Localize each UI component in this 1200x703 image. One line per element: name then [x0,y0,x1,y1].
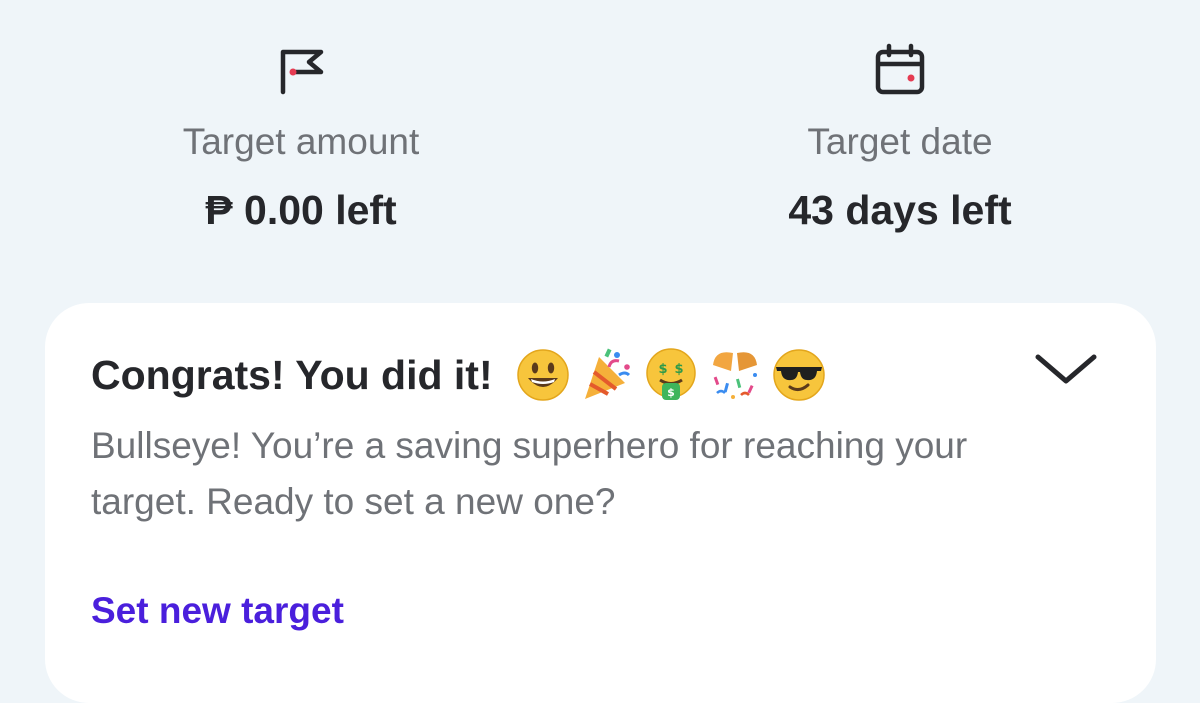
congrats-title-row: Congrats! You did it! $ $ $ [91,347,835,403]
congrats-message: Bullseye! You’re a saving superhero for … [91,425,968,522]
emoji-row: $ $ $ [515,347,835,403]
svg-text:$: $ [674,362,683,377]
confetti-ball-emoji-icon [712,352,757,399]
svg-text:$: $ [667,386,675,399]
target-amount-stat: Target amount ₱ 0.00 left [101,40,501,234]
target-amount-value: ₱ 0.00 left [205,187,397,233]
money-mouth-emoji-icon: $ $ $ [645,348,696,400]
flag-icon [271,40,331,100]
set-new-target-button[interactable]: Set new target [91,586,344,636]
party-popper-emoji-icon [584,348,630,399]
sunglasses-emoji-icon [772,349,825,401]
target-date-value: 43 days left [788,187,1012,233]
calendar-icon [870,40,930,100]
svg-text:$: $ [658,362,667,377]
target-amount-label: Target amount [182,121,420,162]
target-date-stat: Target date 43 days left [700,40,1100,234]
target-date-label: Target date [807,121,993,162]
congrats-card: Congrats! You did it! $ $ $ Bullseye! Yo… [45,303,1156,703]
congrats-title: Congrats! You did it! [91,352,493,398]
smiley-emoji-icon [516,349,569,401]
chevron-down-icon[interactable] [1034,351,1098,391]
